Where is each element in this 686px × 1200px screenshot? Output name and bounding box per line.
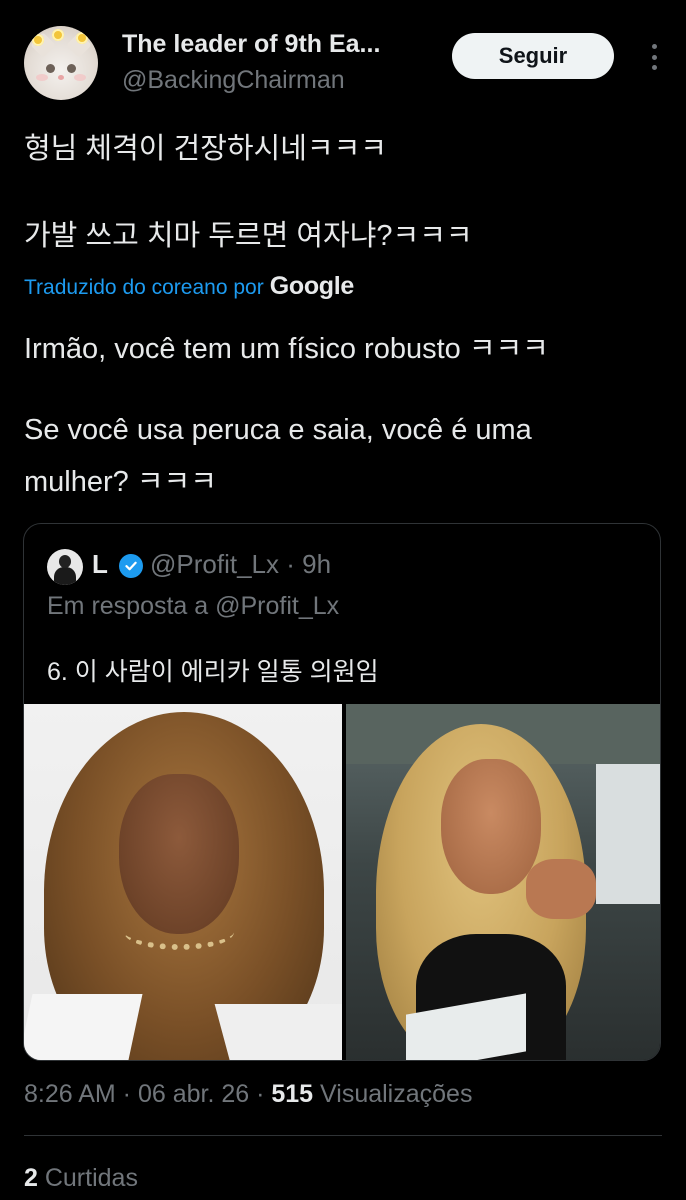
- google-logo: Google: [269, 272, 355, 300]
- photo1-jacket-left: [24, 994, 143, 1060]
- verified-badge-icon: [119, 554, 143, 578]
- follow-button[interactable]: Seguir: [452, 33, 614, 79]
- tweet-header: The leader of 9th Ea... @BackingChairman…: [24, 24, 666, 104]
- translation-line-3: mulher? ㅋㅋㅋ: [24, 466, 217, 498]
- cat-eye-left: [46, 64, 55, 73]
- quoted-photo-1[interactable]: [24, 704, 342, 1060]
- quoted-tweet-text: 6. 이 사람이 에리카 일통 의원임: [47, 658, 379, 686]
- translation-attribution[interactable]: Traduzido do coreano por Google: [24, 272, 354, 301]
- author-name[interactable]: The leader of 9th Ea...: [122, 30, 442, 59]
- quoted-handle-time: @Profit_Lx · 9h: [150, 549, 332, 579]
- photo2-face: [441, 759, 541, 894]
- cat-nose: [58, 75, 64, 80]
- likes-count: 2: [24, 1164, 38, 1192]
- flower-icon: [32, 34, 44, 46]
- silhouette-body: [54, 567, 76, 585]
- cat-eye-right: [67, 64, 76, 73]
- quoted-photo-2[interactable]: [346, 704, 660, 1060]
- photo2-person-background: [596, 764, 660, 904]
- photo2-hand: [526, 859, 596, 919]
- cat-blush-right: [74, 74, 86, 81]
- likes-label: Curtidas: [37, 1164, 138, 1192]
- quoted-author-avatar[interactable]: [47, 549, 83, 585]
- silhouette-head: [59, 555, 71, 568]
- translation-label: Traduzido do coreano por: [24, 276, 264, 299]
- quoted-tweet[interactable]: L @Profit_Lx · 9h Em resposta a @Profit_…: [23, 523, 661, 1061]
- flower-icon: [52, 29, 64, 41]
- more-options-icon[interactable]: [642, 40, 666, 74]
- quoted-author-name[interactable]: L: [92, 549, 108, 580]
- author-handle[interactable]: @BackingChairman: [122, 66, 345, 95]
- tweet-meta: 8:26 AM · 06 abr. 26 · 515 Visualizações: [24, 1080, 472, 1109]
- author-avatar[interactable]: [24, 26, 98, 100]
- divider: [24, 1135, 662, 1136]
- translation-line-1: Irmão, você tem um físico robusto ㅋㅋㅋ: [24, 333, 549, 365]
- views-label: Visualizações: [313, 1080, 473, 1108]
- photo1-face: [119, 774, 239, 934]
- original-text-line-2: 가발 쓰고 치마 두르면 여자냐?ㅋㅋㅋ: [24, 220, 473, 252]
- photo1-jacket-right: [214, 1004, 342, 1060]
- quoted-reply-context: Em resposta a @Profit_Lx: [47, 592, 340, 620]
- likes-stat[interactable]: 2 Curtidas: [24, 1164, 138, 1193]
- translation-line-2: Se você usa peruca e saia, você é uma: [24, 414, 532, 446]
- photo1-necklace: [124, 914, 234, 950]
- cat-blush-left: [36, 74, 48, 81]
- flower-icon: [76, 32, 88, 44]
- original-text-line-1: 형님 체격이 건장하시네ㅋㅋㅋ: [24, 133, 387, 165]
- tweet-timestamp[interactable]: 8:26 AM · 06 abr. 26 ·: [24, 1080, 271, 1108]
- views-count: 515: [271, 1080, 314, 1108]
